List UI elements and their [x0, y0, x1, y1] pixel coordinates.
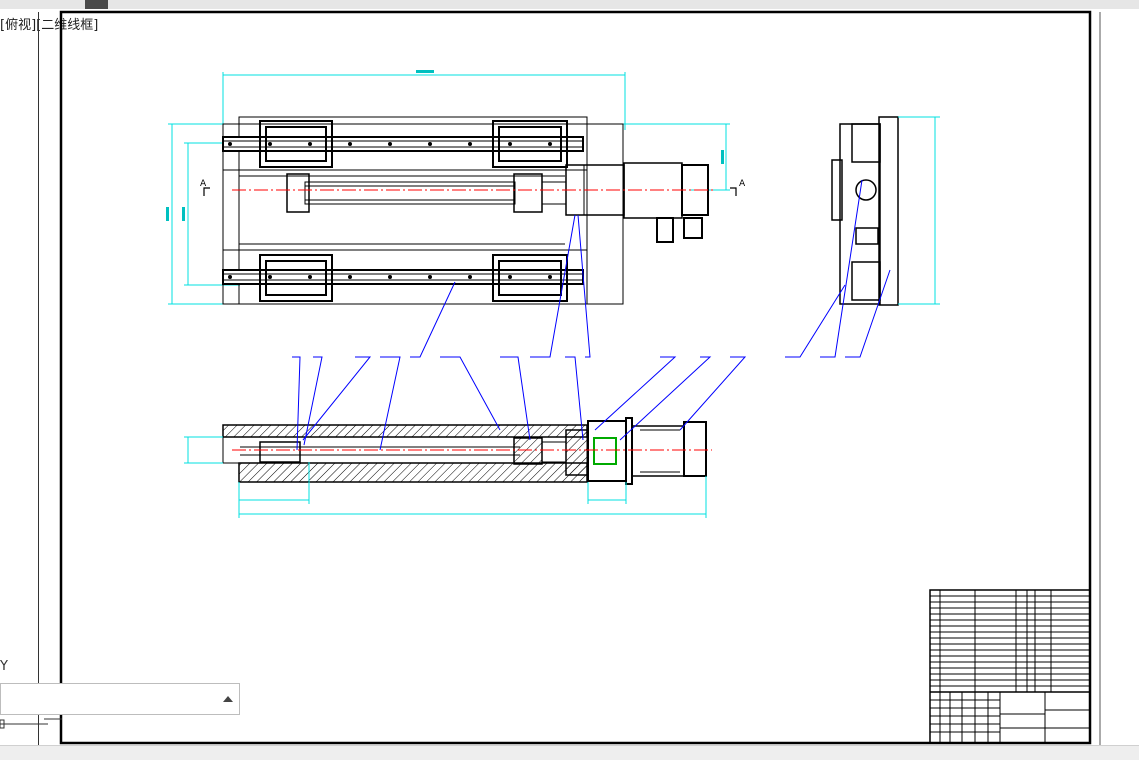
ucs-y-label: Y	[0, 659, 8, 674]
drawing-canvas[interactable]: A A	[0, 0, 1139, 759]
side-view	[831, 116, 940, 306]
section-mark-right: A	[739, 179, 746, 189]
section-mark-left: A	[200, 179, 207, 189]
sheet-border	[59, 10, 1092, 745]
top-view	[166, 70, 737, 305]
command-history-arrow-icon[interactable]	[223, 696, 233, 702]
title-block	[929, 589, 1091, 744]
command-line-input[interactable]	[0, 683, 240, 715]
status-bar	[0, 745, 1139, 760]
section-view	[184, 417, 712, 518]
ucs-icon	[0, 718, 62, 729]
part-leaders	[292, 179, 891, 451]
